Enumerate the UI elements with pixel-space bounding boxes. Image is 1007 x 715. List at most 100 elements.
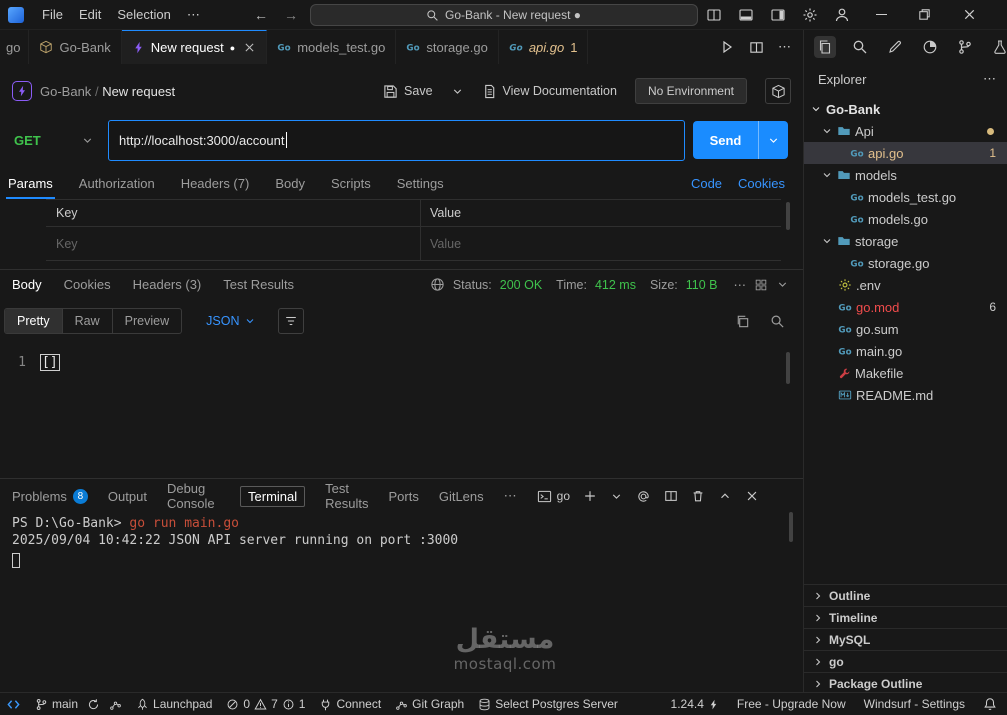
run-file-icon[interactable] bbox=[719, 39, 735, 55]
terminal-output[interactable]: PS D:\Go-Bank> go run main.go 2025/09/04… bbox=[12, 515, 458, 573]
param-value-input[interactable] bbox=[430, 237, 730, 251]
activity-edit-button[interactable] bbox=[884, 36, 906, 58]
tab-response-body[interactable]: Body bbox=[12, 277, 42, 292]
environment-settings-button[interactable] bbox=[765, 78, 791, 104]
url-input[interactable]: http://localhost:3000/account bbox=[108, 119, 685, 161]
connect-button[interactable]: Connect bbox=[319, 697, 381, 711]
search-response-icon[interactable] bbox=[770, 314, 785, 329]
environment-selector-button[interactable]: No Environment bbox=[634, 78, 747, 104]
tab-terminal[interactable]: Terminal bbox=[240, 485, 306, 507]
section-mysql[interactable]: MySQL bbox=[804, 628, 1007, 650]
settings-gear-icon[interactable] bbox=[802, 7, 818, 23]
toggle-secondary-sidebar-icon[interactable] bbox=[770, 7, 786, 23]
git-graph-button[interactable]: Git Graph bbox=[395, 697, 464, 711]
tree-folder-storage[interactable]: storage bbox=[804, 230, 1007, 252]
response-more-button[interactable]: ⋯ bbox=[734, 277, 747, 292]
tree-folder-models[interactable]: models bbox=[804, 164, 1007, 186]
menu-selection[interactable]: Selection bbox=[109, 0, 178, 30]
tab-api-go[interactable]: api.go 1 bbox=[498, 30, 589, 64]
launch-profile-button[interactable]: go bbox=[537, 489, 570, 504]
command-center-search[interactable]: Go-Bank - New request ● bbox=[309, 4, 698, 26]
remote-indicator-button[interactable] bbox=[6, 697, 21, 712]
launchpad-button[interactable]: Launchpad bbox=[136, 697, 212, 711]
param-key-input[interactable] bbox=[56, 237, 356, 251]
tab-response-cookies[interactable]: Cookies bbox=[64, 277, 111, 292]
panel-more-tabs-button[interactable]: ⋯ bbox=[504, 488, 517, 504]
tree-file-go-sum[interactable]: go.sum bbox=[804, 318, 1007, 340]
close-window-button[interactable] bbox=[962, 7, 977, 22]
scrollbar[interactable] bbox=[786, 202, 790, 230]
close-tab-icon[interactable] bbox=[243, 41, 256, 54]
nav-forward-button[interactable]: → bbox=[276, 7, 306, 23]
cookies-link[interactable]: Cookies bbox=[738, 176, 785, 191]
tree-file-models-go[interactable]: models.go bbox=[804, 208, 1007, 230]
collapse-response-icon[interactable] bbox=[776, 278, 789, 291]
tree-file-go-mod[interactable]: go.mod 6 bbox=[804, 296, 1007, 318]
tab-response-headers[interactable]: Headers (3) bbox=[133, 277, 202, 292]
tab-output[interactable]: Output bbox=[108, 489, 147, 504]
activity-testing-button[interactable] bbox=[989, 36, 1007, 58]
activity-explorer-button[interactable] bbox=[814, 36, 836, 58]
problems-summary-button[interactable]: 0 7 1 bbox=[226, 697, 305, 711]
minimize-button[interactable] bbox=[876, 13, 887, 16]
git-actions-icon[interactable] bbox=[109, 698, 122, 711]
tab-headers[interactable]: Headers (7) bbox=[179, 172, 252, 195]
tree-file-models-test-go[interactable]: models_test.go bbox=[804, 186, 1007, 208]
menu-edit[interactable]: Edit bbox=[71, 0, 109, 30]
explorer-more-button[interactable]: ⋯ bbox=[983, 71, 996, 87]
kill-terminal-icon[interactable] bbox=[691, 489, 705, 503]
scrollbar[interactable] bbox=[789, 512, 793, 542]
tab-scripts[interactable]: Scripts bbox=[329, 172, 373, 195]
branch-button[interactable]: main bbox=[35, 697, 78, 711]
tab-ports[interactable]: Ports bbox=[388, 489, 418, 504]
view-raw-button[interactable]: Raw bbox=[63, 309, 113, 333]
format-dropdown[interactable]: JSON bbox=[206, 314, 256, 328]
open-in-grid-icon[interactable] bbox=[754, 278, 768, 292]
activity-usage-button[interactable] bbox=[919, 36, 941, 58]
restore-button[interactable] bbox=[917, 7, 932, 22]
tab-problems[interactable]: Problems 8 bbox=[12, 488, 88, 504]
tab-models-test-go[interactable]: models_test.go bbox=[267, 30, 397, 64]
tree-file-main-go[interactable]: main.go bbox=[804, 340, 1007, 362]
method-dropdown[interactable]: GET bbox=[0, 120, 108, 160]
section-timeline[interactable]: Timeline bbox=[804, 606, 1007, 628]
section-outline[interactable]: Outline bbox=[804, 584, 1007, 606]
save-dropdown-icon[interactable] bbox=[451, 85, 464, 98]
notifications-bell-icon[interactable] bbox=[983, 697, 997, 711]
menu-more[interactable]: ⋯ bbox=[179, 0, 208, 30]
tree-root-go-bank[interactable]: Go-Bank bbox=[804, 98, 1007, 120]
postgres-server-button[interactable]: Select Postgres Server bbox=[478, 697, 618, 711]
tab-gitlens[interactable]: GitLens bbox=[439, 489, 484, 504]
activity-source-control-button[interactable] bbox=[954, 36, 976, 58]
activity-search-button[interactable] bbox=[849, 36, 871, 58]
terminal-dropdown-icon[interactable] bbox=[610, 490, 623, 503]
section-go[interactable]: go bbox=[804, 650, 1007, 672]
tab-response-test-results[interactable]: Test Results bbox=[223, 277, 294, 292]
tab-go-bank[interactable]: Go-Bank bbox=[29, 30, 122, 64]
tab-settings[interactable]: Settings bbox=[395, 172, 446, 195]
tab-storage-go[interactable]: storage.go bbox=[396, 30, 499, 64]
tab-test-results[interactable]: Test Results bbox=[325, 481, 368, 511]
section-package-outline[interactable]: Package Outline bbox=[804, 672, 1007, 694]
save-button[interactable]: Save bbox=[383, 84, 433, 99]
view-documentation-button[interactable]: View Documentation bbox=[482, 84, 617, 99]
toggle-panel-icon[interactable] bbox=[738, 7, 754, 23]
tab-params[interactable]: Params bbox=[6, 172, 55, 199]
tree-file-storage-go[interactable]: storage.go bbox=[804, 252, 1007, 274]
menu-file[interactable]: File bbox=[34, 0, 71, 30]
tree-file-makefile[interactable]: Makefile bbox=[804, 362, 1007, 384]
nav-back-button[interactable]: ← bbox=[246, 7, 276, 23]
close-panel-icon[interactable] bbox=[745, 489, 759, 503]
split-terminal-icon[interactable] bbox=[664, 489, 678, 503]
tab-authorization[interactable]: Authorization bbox=[77, 172, 157, 195]
split-editor-icon[interactable] bbox=[749, 40, 764, 55]
tree-file-api-go[interactable]: api.go 1 bbox=[804, 142, 1007, 164]
account-icon[interactable] bbox=[834, 7, 850, 23]
send-dropdown-button[interactable] bbox=[758, 121, 788, 159]
tab-debug-console[interactable]: Debug Console bbox=[167, 481, 220, 511]
windsurf-settings-button[interactable]: Windsurf - Settings bbox=[864, 697, 965, 711]
tab-new-request[interactable]: New request ● bbox=[121, 30, 268, 64]
view-preview-button[interactable]: Preview bbox=[113, 309, 181, 333]
layout-columns-icon[interactable] bbox=[706, 7, 722, 23]
sync-icon[interactable] bbox=[87, 698, 100, 711]
